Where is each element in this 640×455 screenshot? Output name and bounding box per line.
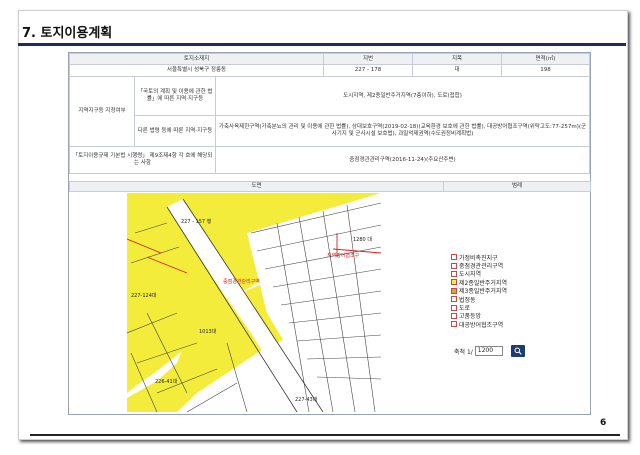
enforcement-value: 중점경관관리구역(2016-11-24)(주요산주변): [215, 146, 590, 174]
value-location: 서울특별시 성북구 정릉동: [69, 64, 324, 77]
legend-swatch: [451, 312, 457, 319]
other-law-label: 다른 법령 등에 따른 지역·지구등: [134, 115, 216, 147]
map-legend: 가정비촉진지구 중점경관관리구역 도시지역 제2종일반주거지역 제3종일반주거지…: [451, 253, 507, 329]
legend-swatch: [451, 287, 457, 294]
legend-swatch: [451, 321, 457, 328]
map-label-227-124: 227-124대: [131, 292, 157, 299]
legend-swatch: [451, 254, 457, 261]
legend-swatch: [451, 262, 457, 269]
page-number: 6: [600, 418, 607, 428]
enforcement-label: 「토지이용규제 기본법 시행령」 제9조제4항 각 호에 해당되는 사항: [69, 146, 216, 174]
value-lot-no: 227 - 178: [323, 64, 413, 77]
map-header: 도면: [69, 181, 444, 192]
header-location: 토지소재지: [69, 53, 324, 65]
value-category: 대: [412, 64, 502, 77]
map-section: 도면 범례 227 - 157 행 1280 대 227-124대 1013대 …: [69, 181, 591, 414]
header-area: 면적(㎡): [501, 53, 590, 65]
legend-swatch: [451, 304, 457, 311]
title-rule: [18, 43, 626, 46]
map-label-1280: 1280 대: [353, 236, 372, 243]
national-law-value: 도시지역, 제2종일반주거지역(7층이하), 도로(접합): [215, 76, 590, 116]
scale-label: 축척 1/: [454, 348, 473, 356]
page-title: 7. 토지이용계획: [22, 26, 113, 41]
search-icon: [514, 347, 522, 355]
map-label-1013: 1013대: [199, 328, 217, 335]
map-label-defense-zone: 지역방어협조구: [327, 252, 360, 259]
legend-item: 대공방어협조구역: [451, 320, 507, 329]
other-law-value: 가축사육제한구역(가축분뇨의 관리 및 이용에 관한 법률), 상대보호구역(2…: [215, 115, 590, 147]
national-law-label: 「국토의 계획 및 이용에 관한 법률」에 따른 지역·지구등: [134, 76, 216, 116]
header-category: 지목: [412, 53, 502, 65]
header-lot-no: 지번: [323, 53, 413, 65]
land-info-table: 토지소재지 지번 지목 면적(㎡) 서울특별시 성북구 정릉동 227 - 17…: [69, 53, 590, 174]
map-label-226-41: 226-41대: [155, 378, 178, 385]
map-label-227-157: 227 - 157 행: [181, 218, 212, 225]
value-area: 198: [501, 64, 590, 77]
legend-swatch: [451, 279, 457, 286]
land-use-document: 토지소재지 지번 지목 면적(㎡) 서울특별시 성북구 정릉동 227 - 17…: [68, 52, 591, 415]
legend-header: 범례: [443, 181, 591, 192]
cadastral-map[interactable]: 227 - 157 행 1280 대 227-124대 1013대 226-41…: [127, 193, 381, 412]
bottom-rule: [30, 434, 620, 436]
legend-swatch: [451, 296, 457, 303]
zone-label: 지역지구등 지정여부: [69, 76, 135, 147]
scale-control: 축척 1/ 1200: [454, 345, 525, 357]
scale-search-button[interactable]: [510, 345, 525, 357]
legend-swatch: [451, 270, 457, 277]
map-label-227-43: 227-43대: [295, 396, 318, 403]
scale-input[interactable]: 1200: [474, 346, 503, 356]
map-label-scenic-zone: 중점경관관리구역: [223, 278, 260, 285]
